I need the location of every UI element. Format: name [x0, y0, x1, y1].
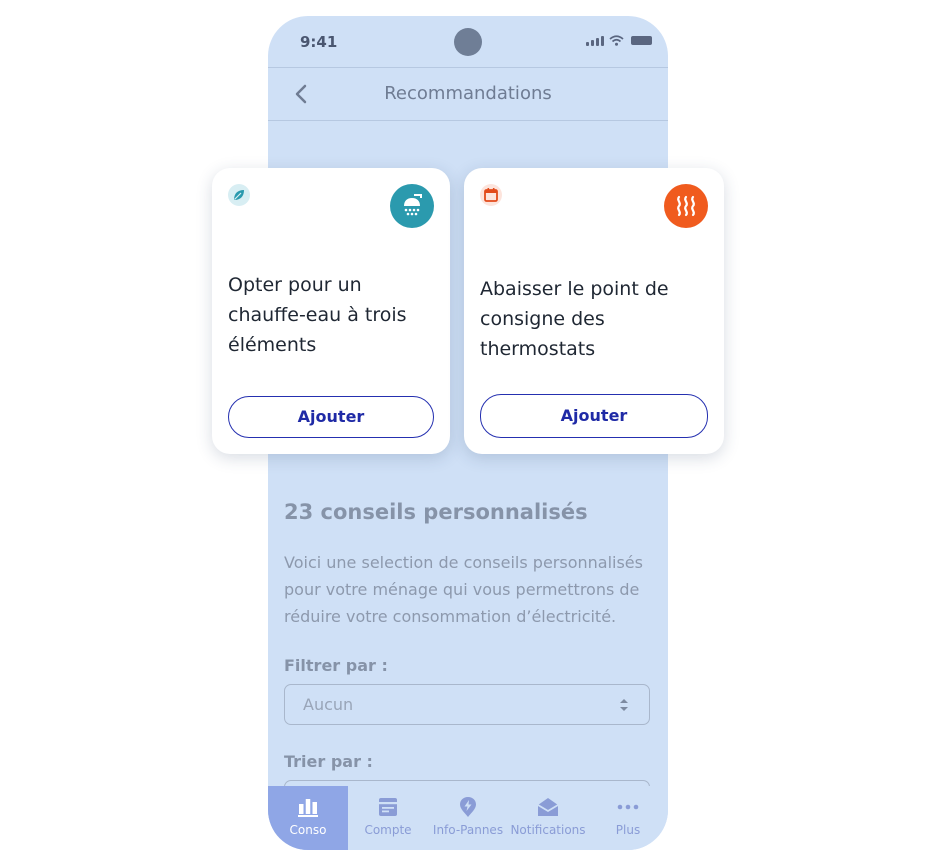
tab-label: Conso	[289, 823, 327, 837]
tab-info-pannes[interactable]: Info-Pannes	[428, 786, 508, 850]
card-title: Opter pour un chauffe-eau à trois élémen…	[228, 274, 407, 356]
tab-label: Compte	[364, 823, 412, 837]
add-button[interactable]: Ajouter	[228, 396, 434, 438]
tab-notifications[interactable]: Notifications	[508, 786, 588, 850]
recommendation-card: Abaisser le point de consigne des thermo…	[464, 168, 724, 454]
calendar-icon	[480, 184, 502, 206]
shower-icon	[390, 184, 434, 228]
sort-label: Trier par :	[284, 752, 373, 771]
tab-label: Notifications	[510, 823, 586, 837]
tab-compte[interactable]: Compte	[348, 786, 428, 850]
lightning-icon	[460, 797, 476, 817]
filter-label: Filtrer par :	[284, 656, 388, 675]
tab-conso[interactable]: Conso	[268, 786, 348, 850]
filter-select-value: Aucun	[303, 695, 354, 714]
page-title: Recommandations	[384, 83, 552, 104]
envelope-icon	[537, 798, 559, 816]
battery-icon	[631, 36, 652, 45]
bill-icon	[379, 798, 397, 816]
tab-plus[interactable]: Plus	[588, 786, 668, 850]
status-bar: 9:41	[268, 16, 668, 68]
signal-icon	[586, 35, 604, 46]
leaf-icon	[228, 184, 250, 206]
status-icons	[586, 35, 652, 46]
section-title: 23 conseils personnalisés	[284, 500, 588, 524]
tab-label: Plus	[615, 823, 641, 837]
wifi-icon	[609, 35, 624, 46]
card-title: Abaisser le point de consigne des thermo…	[480, 278, 669, 360]
tab-label: Info-Pannes	[432, 823, 504, 837]
more-icon	[617, 804, 639, 810]
camera-notch	[454, 28, 482, 56]
section-description: Voici une selection de conseils personna…	[284, 553, 643, 626]
filter-select[interactable]: Aucun	[284, 684, 650, 725]
nav-bar: Recommandations	[268, 67, 668, 121]
status-time: 9:41	[300, 33, 338, 51]
add-button[interactable]: Ajouter	[480, 394, 708, 438]
recommendation-card: Opter pour un chauffe-eau à trois élémen…	[212, 168, 450, 454]
select-arrows-icon	[620, 699, 628, 711]
heat-icon	[664, 184, 708, 228]
bottom-tab-bar: Conso Compte Info-Pannes Notifications P…	[268, 786, 668, 850]
chart-icon	[298, 799, 318, 817]
